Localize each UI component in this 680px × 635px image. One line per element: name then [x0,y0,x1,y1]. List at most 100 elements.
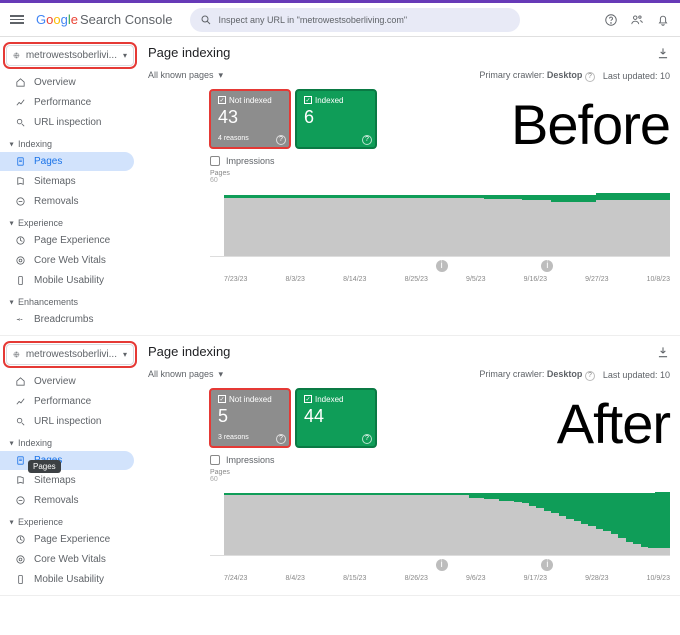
pages-icon [14,455,26,466]
indexed-card[interactable]: ✓Indexed 44 ? [296,389,376,447]
pages-icon [14,156,26,167]
chevron-icon: ▸ [8,300,17,304]
chart-bar [596,179,603,256]
chart-bar [633,478,640,555]
nav-section[interactable]: ▸ Experience [0,511,140,529]
last-updated: Last updated: 10 [603,370,670,380]
nav-overview[interactable]: Overview [0,372,134,391]
chart-bar [469,179,476,256]
nav-performance[interactable]: Performance [0,392,134,411]
info-icon[interactable]: ? [585,371,595,381]
chart-bar [403,478,410,555]
filter-chip[interactable]: All known pages ▾ [148,70,223,81]
info-icon[interactable]: ? [276,434,286,444]
not-indexed-card[interactable]: ✓Not indexed 5 3 reasons ? [210,389,290,447]
chart-bar [440,478,447,555]
checkbox-icon[interactable] [210,156,220,166]
nav-removals[interactable]: Removals [0,491,134,510]
nav-url_inspection[interactable]: URL inspection [0,412,134,431]
nav-page_experience[interactable]: Page Experience [0,530,134,549]
nav-removals[interactable]: Removals [0,192,134,211]
panel-before: metrowestsoberlivi... ▾ Overview Perform… [0,37,680,336]
filter-chip[interactable]: All known pages ▾ [148,369,223,380]
hamburger-icon[interactable] [10,15,26,24]
chart-bar [388,478,395,555]
nav-pages[interactable]: Pages [0,152,134,171]
nav-url_inspection[interactable]: URL inspection [0,113,134,132]
checkbox-icon[interactable] [210,455,220,465]
globe-icon [13,50,20,61]
chart-bar [388,179,395,256]
chart-bar [507,179,514,256]
chart-marker[interactable]: i [541,260,553,272]
info-icon[interactable]: ? [585,72,595,82]
nav-mobile[interactable]: Mobile Usability [0,570,134,589]
chart-bar [566,478,573,555]
chart-bar [499,478,506,555]
chart-marker[interactable]: i [541,559,553,571]
chart-bar [261,478,268,555]
property-selector[interactable]: metrowestsoberlivi... ▾ [6,344,134,365]
nav-overview[interactable]: Overview [0,73,134,92]
search-placeholder: Inspect any URL in "metrowestsoberliving… [218,15,407,25]
chart-bar [514,478,521,555]
chart-bar [529,478,536,555]
info-icon[interactable]: ? [276,135,286,145]
chart-bar [492,179,499,256]
nav-cwv[interactable]: Core Web Vitals [0,251,134,270]
bell-icon[interactable] [656,13,670,27]
download-icon[interactable] [656,46,670,60]
breadcrumbs-icon [14,314,26,325]
x-tick: 7/23/23 [224,276,247,283]
people-icon[interactable] [630,13,644,27]
chart-marker[interactable]: i [436,260,448,272]
nav-section[interactable]: ▸ Experience [0,212,140,230]
chart-bar [469,478,476,555]
nav-pages[interactable]: Pages [0,451,134,470]
info-icon[interactable]: ? [362,135,372,145]
property-selector[interactable]: metrowestsoberlivi... ▾ [6,45,134,66]
chart-bar [514,179,521,256]
chart-bar [432,179,439,256]
impressions-toggle[interactable]: Impressions [210,156,670,166]
indexed-card[interactable]: ✓Indexed 6 ? [296,90,376,148]
chart-bar [336,478,343,555]
not-indexed-card[interactable]: ✓Not indexed 43 4 reasons ? [210,90,290,148]
impressions-toggle[interactable]: Impressions [210,455,670,465]
top-bar: Google Search Console Inspect any URL in… [0,3,680,37]
download-icon[interactable] [656,345,670,359]
x-tick: 8/14/23 [343,276,366,283]
info-icon[interactable]: ? [362,434,372,444]
nav-section[interactable]: ▸ Indexing [0,432,140,450]
chart-marker[interactable]: i [436,559,448,571]
cwv-icon [14,255,26,266]
nav-mobile[interactable]: Mobile Usability [0,271,134,290]
chart-bar [462,478,469,555]
chart-bar [380,478,387,555]
help-icon[interactable] [604,13,618,27]
chart-bar [231,478,238,555]
chart-bar [663,478,670,555]
url_inspection-icon [14,416,26,427]
chart-bar [536,478,543,555]
nav-section[interactable]: ▸ Indexing [0,133,140,151]
page_experience-icon [14,534,26,545]
chart-bar [529,179,536,256]
chart-bar [246,478,253,555]
chevron-down-icon: ▾ [123,350,127,359]
chart-bar [254,179,261,256]
primary-crawler: Primary crawler: Desktop ? [479,70,595,82]
nav-cwv[interactable]: Core Web Vitals [0,550,134,569]
chart-bar [507,478,514,555]
chart-bar [284,478,291,555]
chart-bar [246,179,253,256]
nav-sitemaps[interactable]: SitemapsPages [0,471,134,490]
nav-breadcrumbs[interactable]: Breadcrumbs [0,310,134,329]
nav-performance[interactable]: Performance [0,93,134,112]
nav-section[interactable]: ▸ Enhancements [0,291,140,309]
chart-bar [588,179,595,256]
nav-page_experience[interactable]: Page Experience [0,231,134,250]
url-inspect-search[interactable]: Inspect any URL in "metrowestsoberliving… [190,8,520,32]
nav-sitemaps[interactable]: Sitemaps [0,172,134,191]
tooltip: Pages [28,460,61,473]
